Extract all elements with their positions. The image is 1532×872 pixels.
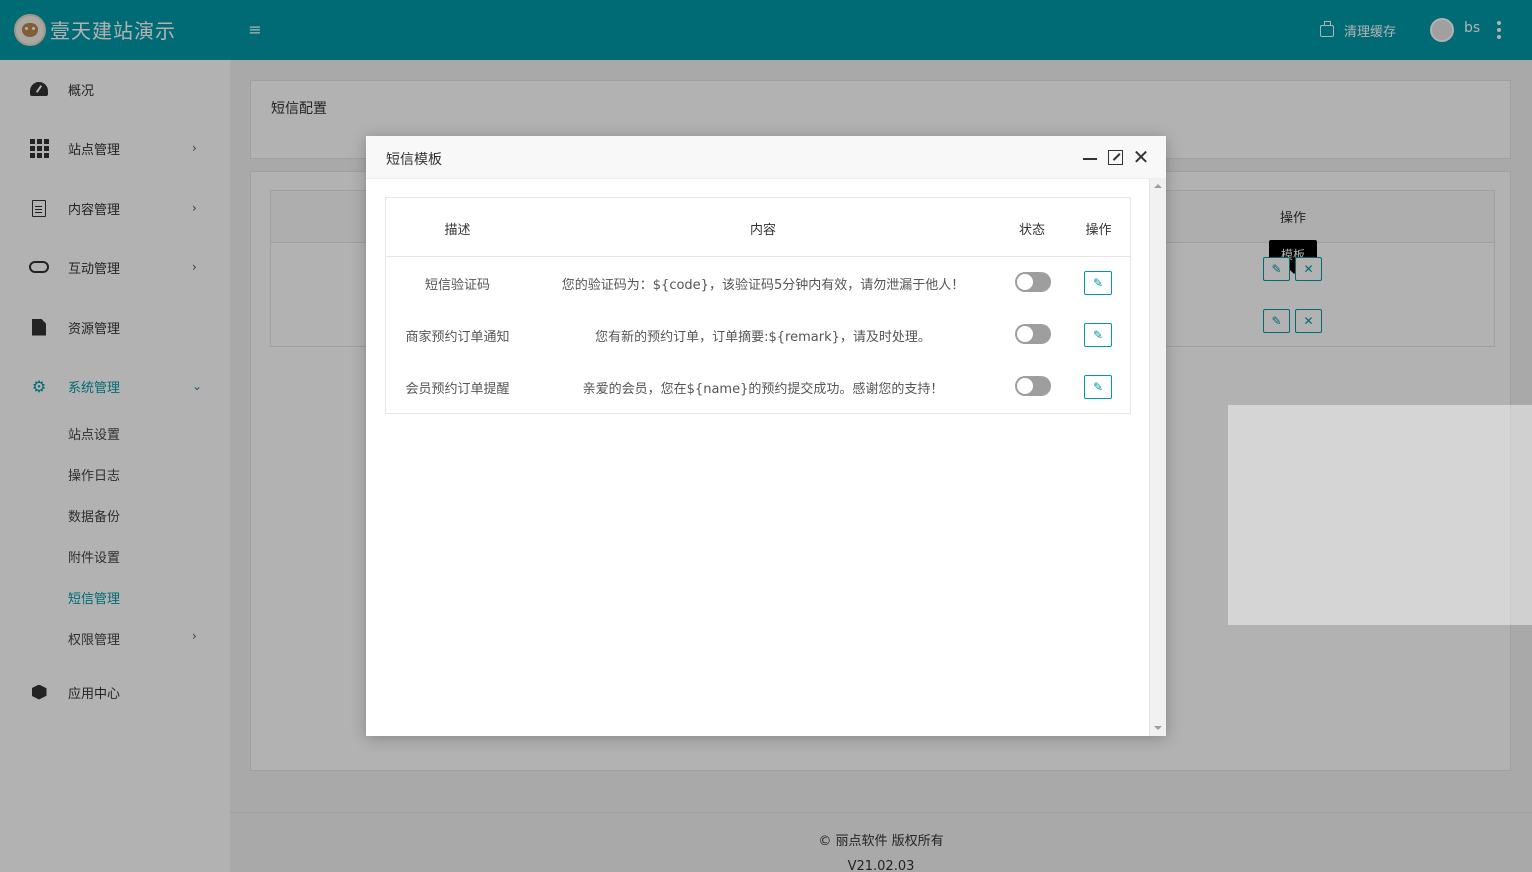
pencil-icon: ✎ bbox=[1092, 328, 1104, 342]
column-header-content: 内容 bbox=[749, 223, 776, 238]
table-header: 描述 内容 状态 操作 bbox=[386, 198, 1130, 257]
status-toggle[interactable] bbox=[1015, 376, 1051, 396]
edit-button[interactable]: ✎ bbox=[1084, 271, 1112, 295]
close-icon[interactable]: ✕ bbox=[1132, 147, 1150, 167]
column-header-description: 描述 bbox=[444, 223, 471, 238]
sms-template-modal: 短信模板 ✕ 描述 内容 状态 操作 短信验证码 您的验证码为：${code}，… bbox=[366, 136, 1166, 736]
maximize-icon[interactable] bbox=[1108, 150, 1123, 165]
table-row: 会员预约订单提醒 亲爱的会员，您在${name}的预约提交成功。感谢您的支持！ … bbox=[386, 361, 1130, 413]
status-toggle[interactable] bbox=[1015, 324, 1051, 344]
scroll-down-icon[interactable] bbox=[1154, 726, 1162, 730]
template-table: 描述 内容 状态 操作 短信验证码 您的验证码为：${code}，该验证码5分钟… bbox=[385, 197, 1131, 414]
edit-button[interactable]: ✎ bbox=[1084, 375, 1112, 399]
modal-title: 短信模板 bbox=[386, 152, 442, 168]
column-header-status: 状态 bbox=[1018, 223, 1045, 238]
row-content: 您有新的预约订单，订单摘要:${remark}，请及时处理。 bbox=[595, 330, 931, 345]
scrollbar[interactable] bbox=[1149, 179, 1166, 736]
column-header-operation: 操作 bbox=[1085, 223, 1112, 238]
modal-body: 描述 内容 状态 操作 短信验证码 您的验证码为：${code}，该验证码5分钟… bbox=[366, 179, 1166, 736]
status-toggle[interactable] bbox=[1015, 272, 1051, 292]
minimize-icon[interactable] bbox=[1083, 150, 1097, 166]
row-description: 短信验证码 bbox=[424, 278, 490, 293]
scroll-up-icon[interactable] bbox=[1154, 184, 1162, 188]
row-content: 您的验证码为：${code}，该验证码5分钟内有效，请勿泄漏于他人！ bbox=[561, 278, 965, 293]
pencil-icon: ✎ bbox=[1092, 380, 1104, 394]
table-row: 短信验证码 您的验证码为：${code}，该验证码5分钟内有效，请勿泄漏于他人！… bbox=[386, 257, 1130, 309]
ghost-panel bbox=[1228, 405, 1532, 625]
pencil-icon: ✎ bbox=[1092, 276, 1104, 290]
row-content: 亲爱的会员，您在${name}的预约提交成功。感谢您的支持！ bbox=[582, 382, 944, 397]
edit-button[interactable]: ✎ bbox=[1084, 323, 1112, 347]
row-description: 商家预约订单通知 bbox=[405, 330, 510, 345]
row-description: 会员预约订单提醒 bbox=[405, 382, 510, 397]
table-row: 商家预约订单通知 您有新的预约订单，订单摘要:${remark}，请及时处理。 … bbox=[386, 309, 1130, 361]
modal-header[interactable]: 短信模板 ✕ bbox=[366, 136, 1166, 179]
